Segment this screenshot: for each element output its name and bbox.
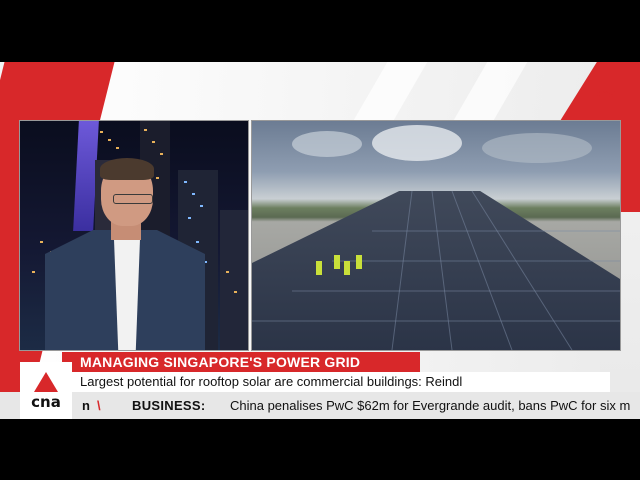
cna-logo: cna <box>20 362 72 419</box>
worker <box>356 255 362 269</box>
ticker-story: China penalises PwC $62m for Evergrande … <box>230 398 631 413</box>
ticker-fragment: n <box>82 398 90 413</box>
cna-a-icon <box>34 371 58 392</box>
broadcast-frame: cna MANAGING SINGAPORE'S POWER GRID Larg… <box>0 62 640 419</box>
worker <box>316 261 322 275</box>
channel-bug: cna <box>588 72 622 106</box>
channel-bug-text: cna <box>594 87 616 100</box>
worker <box>344 261 350 275</box>
solar-grid-lines <box>252 190 620 350</box>
rooftop-solar-video-panel <box>251 120 621 351</box>
ticker-separator: \ <box>97 398 101 413</box>
glasses-icon <box>113 194 153 204</box>
ticker-category: BUSINESS: <box>132 398 206 413</box>
cna-logo-text: cna <box>31 392 61 411</box>
subheadline-bar: Largest potential for rooftop solar are … <box>62 372 610 392</box>
headline-bar: MANAGING SINGAPORE'S POWER GRID <box>62 352 420 372</box>
cna-logo-icon <box>596 72 614 88</box>
presenter-video-panel <box>19 120 249 351</box>
news-ticker: n \ BUSINESS: China penalises PwC $62m f… <box>0 392 640 419</box>
presenter <box>45 140 205 350</box>
worker <box>334 255 340 269</box>
building <box>220 210 248 350</box>
